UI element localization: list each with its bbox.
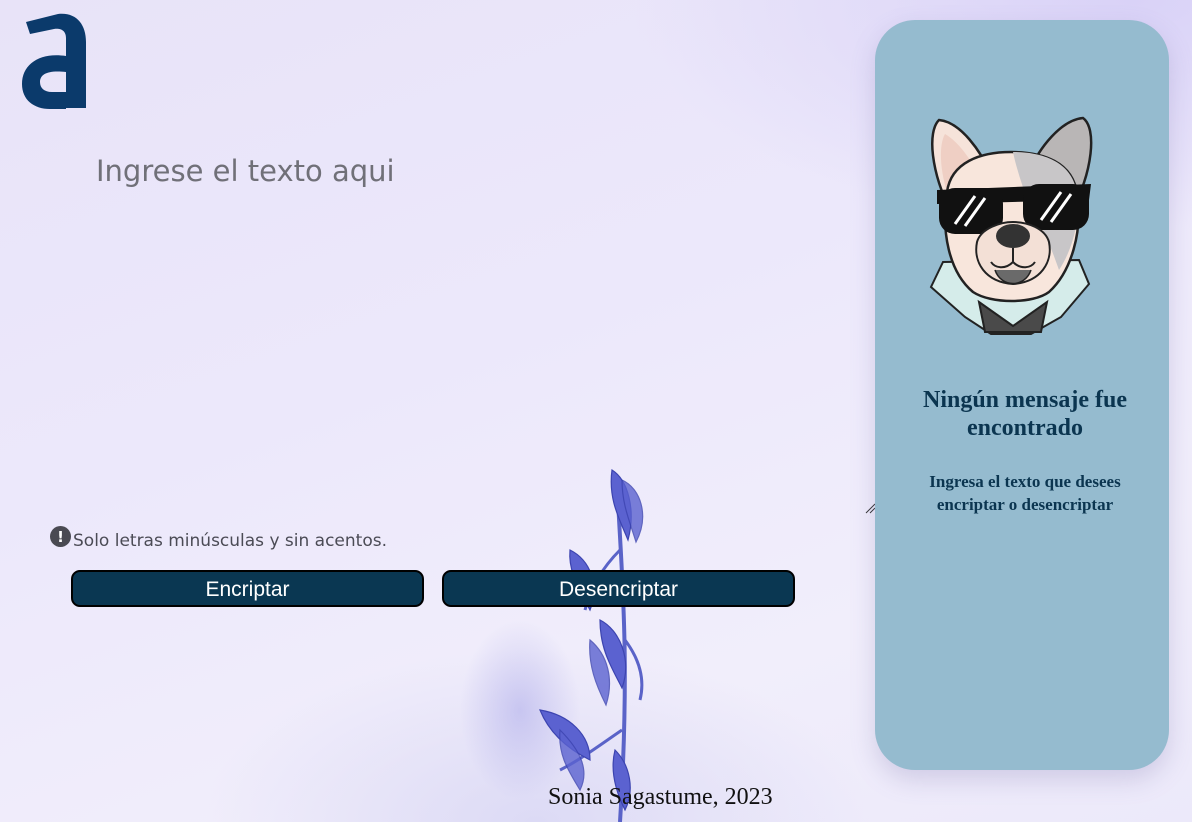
footer-credit: Sonia Sagastume, 2023 — [548, 784, 773, 810]
alura-a-logo-icon — [22, 13, 86, 109]
output-title: Ningún mensaje fue encontrado — [922, 387, 1127, 441]
output-subtitle: Ingresa el texto que desees encriptar o … — [929, 472, 1121, 514]
dog-with-sunglasses-icon — [929, 116, 1093, 335]
encrypt-button[interactable]: Encriptar — [71, 570, 424, 607]
exclamation-circle-icon: ! — [50, 526, 71, 547]
hint-text: Solo letras minúsculas y sin acentos. — [73, 530, 387, 551]
message-input[interactable] — [92, 150, 840, 498]
input-hint: ! Solo letras minúsculas y sin acentos. — [50, 526, 387, 551]
decrypt-button[interactable]: Desencriptar — [442, 570, 795, 607]
output-panel: Ningún mensaje fue encontrado Ingresa el… — [875, 20, 1169, 770]
lavender-flower-image — [460, 468, 644, 822]
